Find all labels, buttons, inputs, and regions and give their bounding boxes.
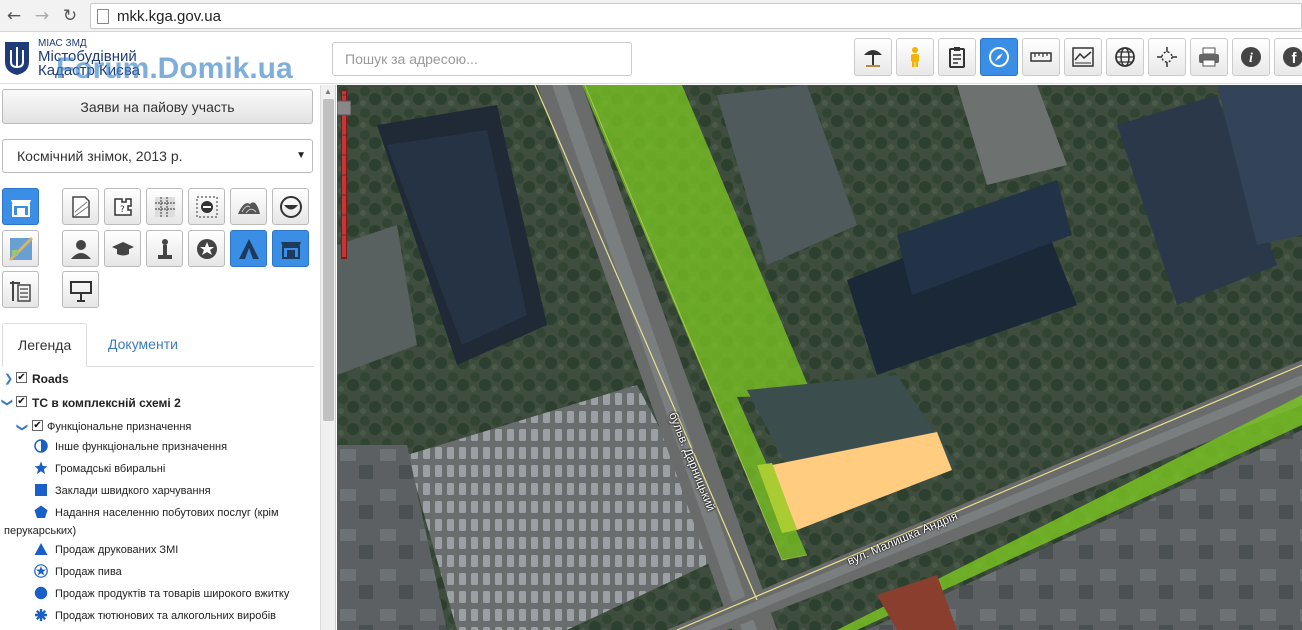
- restricted-zone-icon[interactable]: [188, 188, 225, 225]
- pegman-icon[interactable]: [896, 38, 934, 76]
- billboard-icon[interactable]: [62, 271, 99, 308]
- shop-icon[interactable]: [2, 188, 39, 225]
- beach-umbrella-icon[interactable]: [854, 38, 892, 76]
- crosshair-icon[interactable]: [1148, 38, 1186, 76]
- legend-item-label: Надання населенню побутових послуг (крім: [55, 507, 279, 519]
- legend-group-label: Roads: [32, 372, 69, 386]
- monument-icon[interactable]: [146, 230, 183, 267]
- expand-caret-icon[interactable]: ❯: [4, 372, 13, 385]
- legend-item-label: Продаж продуктів та товарів широкого вжи…: [55, 588, 290, 600]
- svg-text:i: i: [1249, 51, 1253, 66]
- ruler-icon[interactable]: [1022, 38, 1060, 76]
- graduation-cap-icon[interactable]: [104, 230, 141, 267]
- legend-item-label: Продаж друкованих ЗМІ: [55, 544, 179, 556]
- back-arrow-icon[interactable]: ←: [4, 6, 24, 26]
- watermark: Forum.Domik.ua: [56, 52, 293, 85]
- scroll-up-icon[interactable]: ▲: [324, 87, 332, 96]
- legend-group-label: ТС в комплексній схемі 2: [32, 396, 181, 410]
- address-bar[interactable]: mkk.kga.gov.ua: [90, 3, 1302, 29]
- facebook-icon[interactable]: f: [1274, 38, 1302, 76]
- document-map-icon[interactable]: [62, 188, 99, 225]
- square-icon: [35, 484, 47, 496]
- store-icon[interactable]: [272, 230, 309, 267]
- base-layer-select[interactable]: Космічний знімок, 2013 р. ▼: [2, 139, 313, 173]
- sidebar-tabs: Легенда Документи: [2, 323, 314, 367]
- base-layer-value: Космічний знімок, 2013 р.: [17, 148, 183, 164]
- checkbox[interactable]: ✔: [16, 372, 27, 383]
- legend-item-label: Громадські вбиральні: [55, 463, 166, 475]
- tab-documents[interactable]: Документи: [93, 323, 193, 367]
- collapse-caret-icon[interactable]: ❯: [1, 398, 14, 407]
- legend-item-label: Інше функціональне призначення: [55, 441, 228, 453]
- checkbox[interactable]: ✔: [32, 420, 43, 431]
- legend-item-label: Продаж пива: [55, 566, 122, 578]
- road-sign-icon[interactable]: [272, 188, 309, 225]
- pentagon-icon: [34, 505, 48, 518]
- satellite-tile-icon[interactable]: [2, 230, 39, 267]
- address-search-input[interactable]: [332, 42, 632, 76]
- scrollbar-thumb[interactable]: [323, 99, 334, 421]
- legend-item-label: Заклади швидкого харчування: [55, 485, 211, 497]
- reload-icon[interactable]: ↻: [60, 6, 80, 26]
- asterisk-icon: [35, 609, 47, 621]
- profile-icon[interactable]: [1064, 38, 1102, 76]
- puzzle-plan-icon[interactable]: ?: [104, 188, 141, 225]
- tab-legend[interactable]: Легенда: [2, 323, 88, 367]
- checkbox[interactable]: ✔: [16, 396, 27, 407]
- legend-subgroup-label: Функціональне призначення: [47, 421, 192, 433]
- sidebar-scrollbar[interactable]: ▲: [320, 85, 335, 630]
- sidebar: Заяви на пайову участь Космічний знімок,…: [0, 85, 336, 630]
- url-text: mkk.kga.gov.ua: [117, 8, 221, 25]
- legend-item-label-cont: перукарських): [4, 525, 77, 537]
- forward-arrow-icon[interactable]: →: [32, 6, 52, 26]
- triangle-icon: [34, 543, 48, 555]
- star-icon: [34, 461, 48, 474]
- compass-icon[interactable]: [980, 38, 1018, 76]
- printer-icon[interactable]: [1190, 38, 1228, 76]
- collapse-caret-icon[interactable]: ❯: [16, 423, 29, 432]
- legend-item-label: Продаж тютюнових та алкогольних виробів: [55, 610, 276, 622]
- circled-star-icon: [34, 564, 48, 578]
- building-crane-icon[interactable]: [2, 271, 39, 308]
- svg-text:?: ?: [120, 205, 125, 215]
- page-icon: [97, 9, 109, 24]
- browser-toolbar: ← → ↻ mkk.kga.gov.ua: [0, 0, 1302, 32]
- person-icon[interactable]: [62, 230, 99, 267]
- pai-applications-button[interactable]: Заяви на пайову участь: [2, 89, 313, 124]
- zoom-slider[interactable]: [337, 85, 351, 261]
- half-circle-icon: [34, 439, 48, 453]
- satellite-imagery: [337, 85, 1302, 630]
- tent-icon[interactable]: [230, 230, 267, 267]
- hill-icon[interactable]: [230, 188, 267, 225]
- circle-icon: [34, 586, 48, 600]
- dropdown-caret-icon: ▼: [296, 150, 306, 161]
- police-badge-icon[interactable]: [188, 230, 225, 267]
- globe-icon[interactable]: [1106, 38, 1144, 76]
- hatched-grid-icon[interactable]: [146, 188, 183, 225]
- clipboard-icon[interactable]: [938, 38, 976, 76]
- map-view[interactable]: бульв. Дарницький вул. Малишка Андрія: [337, 85, 1302, 630]
- info-icon[interactable]: i: [1232, 38, 1270, 76]
- trident-emblem-icon: [5, 42, 29, 75]
